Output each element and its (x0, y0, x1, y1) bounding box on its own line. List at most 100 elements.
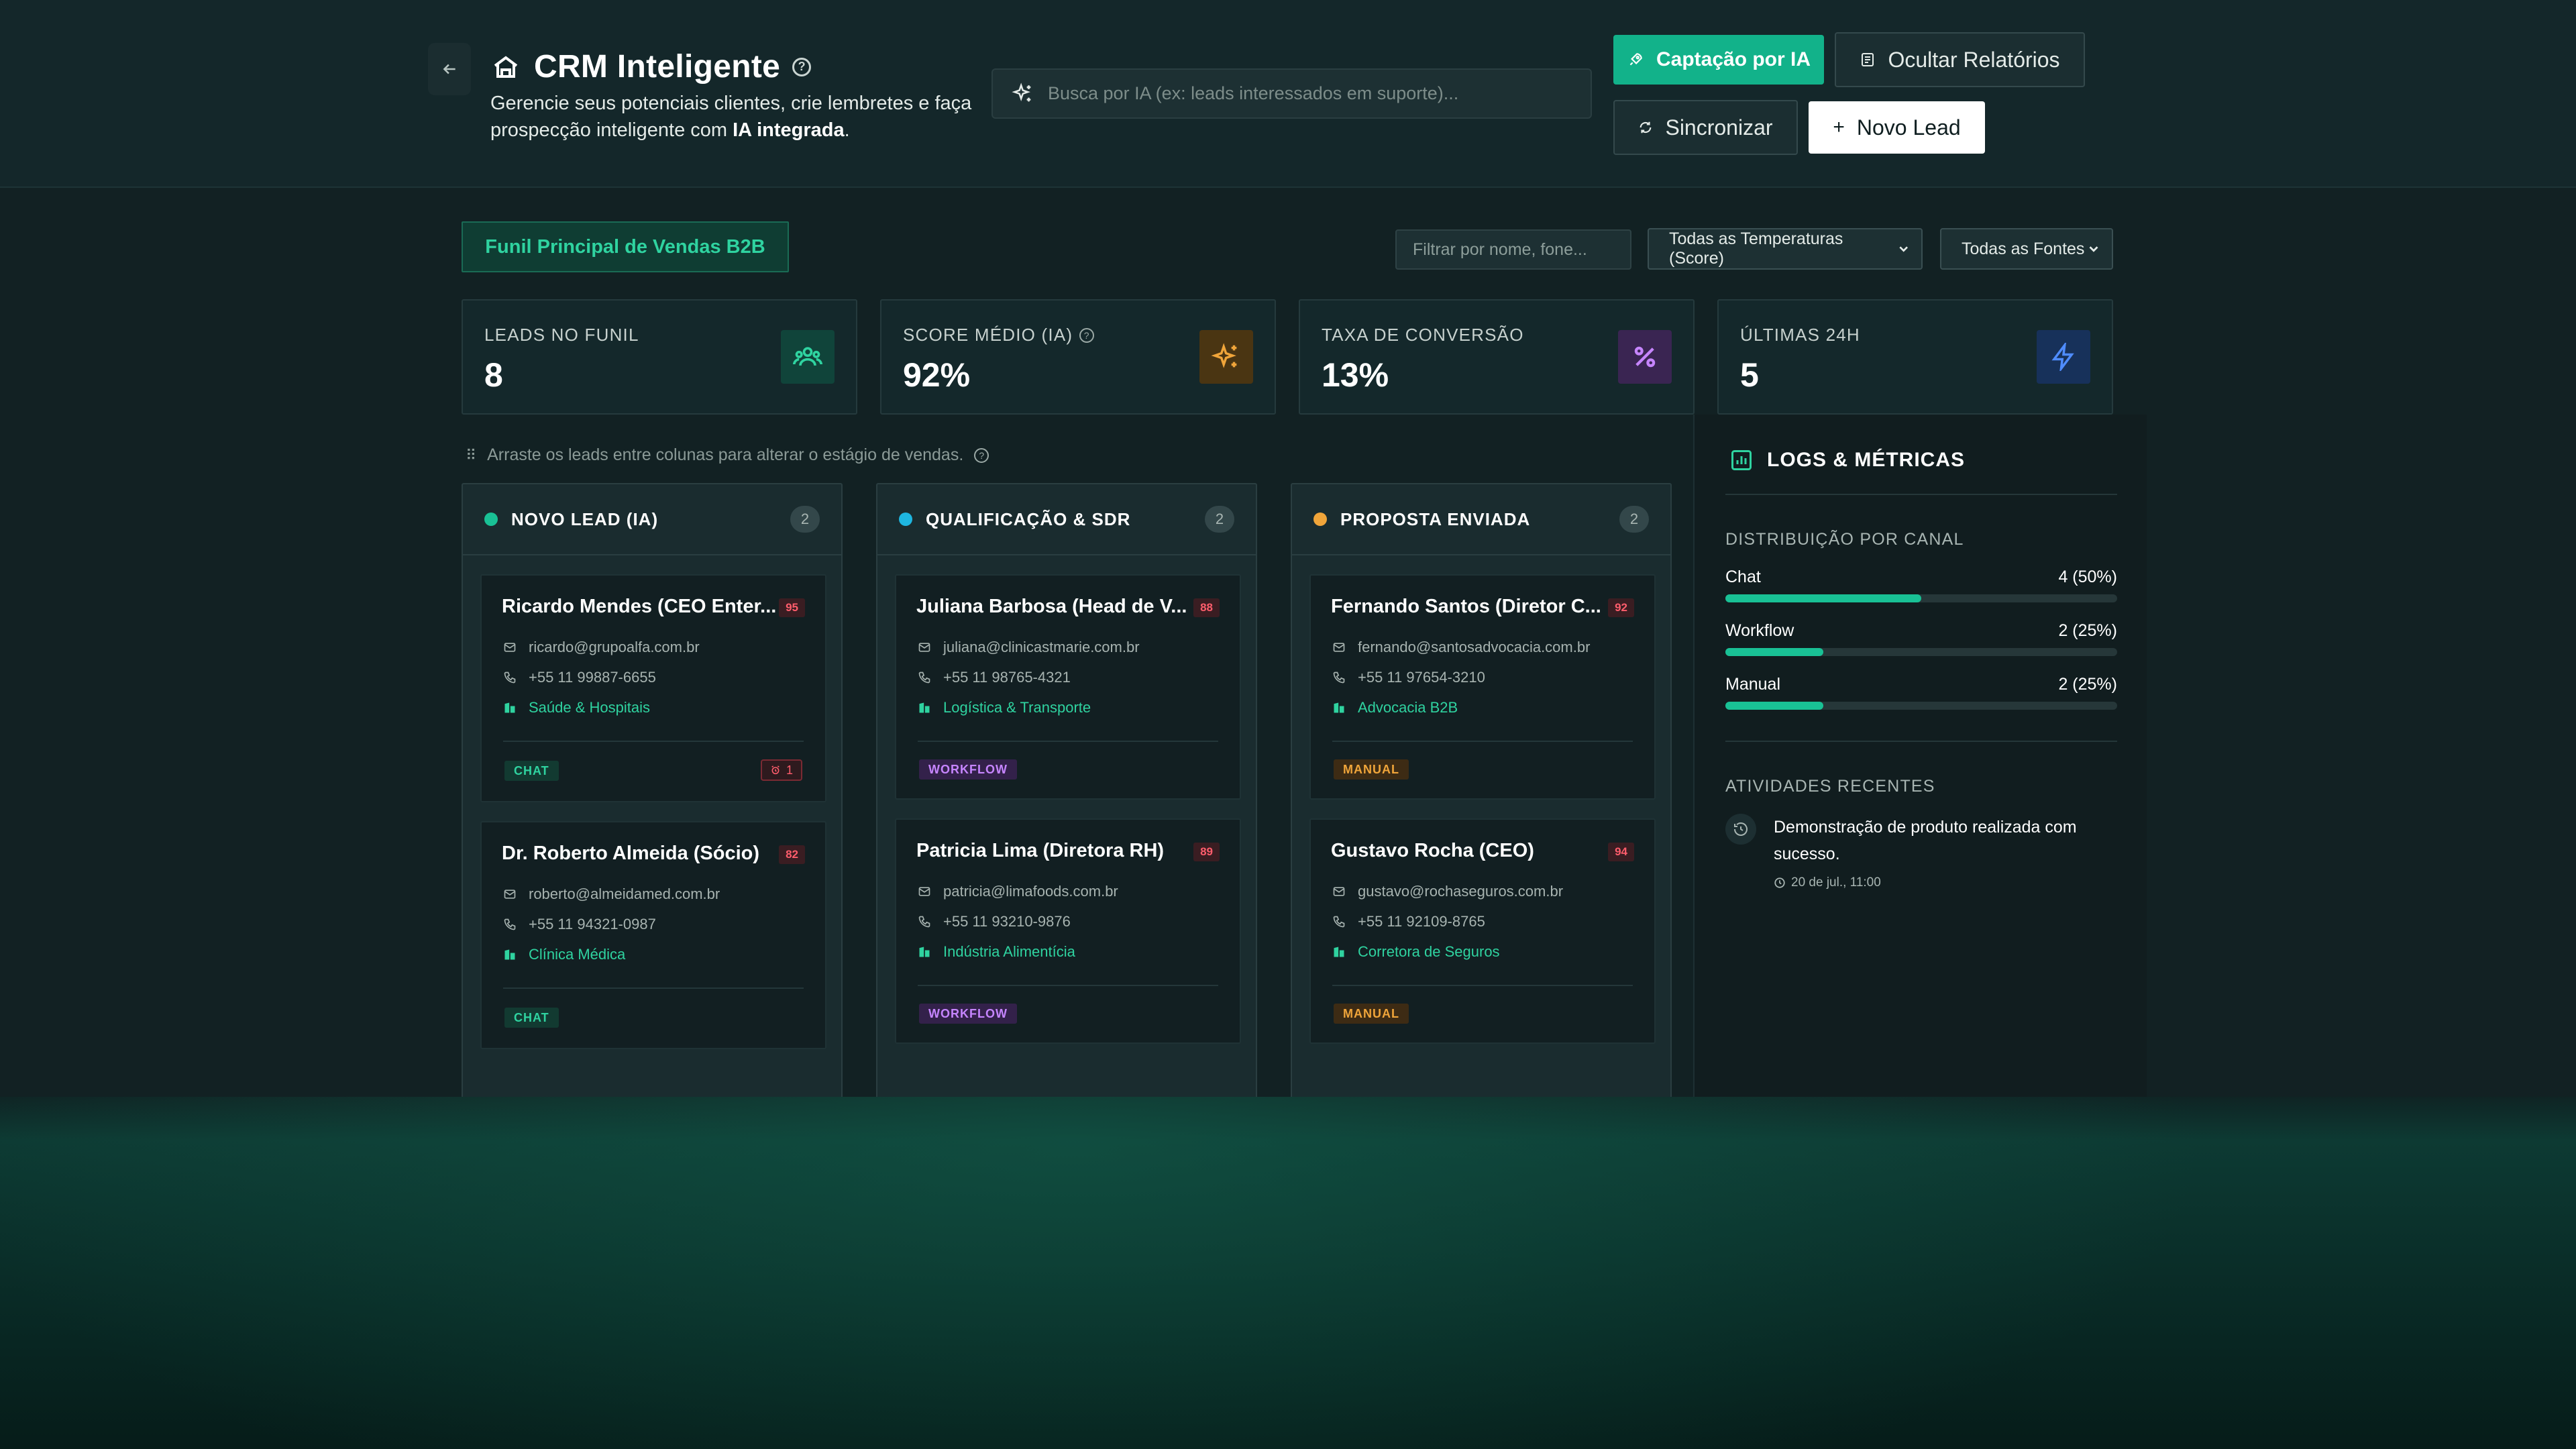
phone-icon (504, 918, 516, 930)
novo-lead-button[interactable]: + Novo Lead (1809, 101, 1985, 154)
page-title: CRM Inteligente (534, 49, 781, 85)
lead-email-text: fernando@santosadvocacia.com.br (1358, 639, 1591, 655)
clock-icon (1774, 877, 1785, 888)
activity-time-text: 20 de jul., 11:00 (1791, 875, 1881, 890)
source-tag: WORKFLOW (919, 759, 1017, 780)
progress-track (1725, 594, 2117, 602)
source-tag: WORKFLOW (919, 1004, 1017, 1024)
subtitle-text: Gerencie seus potenciais clientes, crie … (490, 93, 972, 141)
ocultar-relatorios-button[interactable]: Ocultar Relatórios (1835, 32, 2085, 87)
lead-industry-text: Corretora de Seguros (1358, 943, 1500, 960)
lead-email-text: roberto@almeidamed.com.br (529, 885, 720, 902)
lead-name: Gustavo Rocha (CEO) (1331, 840, 1534, 861)
lead-industry: Indústria Alimentícia (918, 943, 1075, 961)
lead-card[interactable]: Patricia Lima (Diretora RH) 89 patricia@… (895, 818, 1241, 1044)
stat-label: ÚLTIMAS 24H (1740, 325, 1860, 345)
channel-value: 2 (25%) (2058, 675, 2117, 694)
channel-value: 4 (50%) (2058, 568, 2117, 586)
score-badge: 92 (1608, 598, 1634, 617)
lead-phone: +55 11 97654-3210 (1332, 669, 1485, 686)
lead-email-text: juliana@clinicastmarie.com.br (943, 639, 1140, 655)
score-badge: 82 (779, 845, 805, 864)
captacao-ia-button[interactable]: Captação por IA (1613, 35, 1824, 85)
funnel-tab[interactable]: Funil Principal de Vendas B2B (462, 221, 789, 272)
lead-phone: +55 11 99887-6655 (503, 669, 656, 686)
phone-icon (1333, 672, 1345, 684)
stat-card-score: SCORE MÉDIO (IA)? 92% (880, 299, 1276, 415)
lead-industry: Saúde & Hospitais (503, 699, 650, 716)
lead-card[interactable]: Fernando Santos (Diretor C... 92 fernand… (1309, 574, 1656, 800)
channel-label: Chat (1725, 568, 1761, 586)
panel-divider (1725, 494, 2117, 495)
lead-name: Ricardo Mendes (CEO Enter... (502, 596, 777, 617)
filter-input[interactable]: Filtrar por nome, fone... (1395, 229, 1631, 270)
column-count-badge: 2 (790, 506, 820, 533)
stat-card-conversion: TAXA DE CONVERSÃO 13% (1299, 299, 1695, 415)
plus-icon: + (1833, 116, 1845, 138)
temperature-select[interactable]: Todas as Temperaturas (Score) (1648, 228, 1923, 270)
source-select[interactable]: Todas as Fontes (1940, 228, 2113, 270)
phone-icon (504, 672, 516, 684)
column-header: QUALIFICAÇÃO & SDR 2 (877, 484, 1256, 555)
help-icon[interactable]: ? (974, 447, 989, 463)
lead-email: juliana@clinicastmarie.com.br (918, 639, 1140, 656)
reminder-badge[interactable]: 1 (760, 759, 802, 781)
lead-card[interactable]: Ricardo Mendes (CEO Enter... 95 ricardo@… (480, 574, 826, 802)
lead-card[interactable]: Gustavo Rocha (CEO) 94 gustavo@rochasegu… (1309, 818, 1656, 1044)
lead-phone: +55 11 94321-0987 (503, 916, 656, 933)
lead-industry-text: Indústria Alimentícia (943, 943, 1075, 960)
reminder-count: 1 (786, 763, 793, 777)
drag-hint-text: Arraste os leads entre colunas para alte… (487, 445, 964, 464)
card-divider (503, 987, 804, 989)
building-icon (504, 949, 515, 960)
mail-icon (504, 643, 516, 652)
help-icon[interactable]: ? (1079, 327, 1095, 343)
activity-section-title: ATIVIDADES RECENTES (1725, 777, 1935, 796)
channel-value: 2 (25%) (2058, 621, 2117, 640)
lead-email: patricia@limafoods.com.br (918, 883, 1118, 900)
stat-value: 5 (1740, 356, 1759, 394)
sincronizar-button[interactable]: Sincronizar (1613, 100, 1798, 155)
hand-house-icon (494, 56, 518, 78)
source-select-value: Todas as Fontes (1962, 239, 2085, 258)
status-dot (899, 513, 912, 526)
page-subtitle: Gerencie seus potenciais clientes, crie … (490, 90, 973, 144)
help-icon[interactable]: ? (792, 57, 812, 76)
progress-fill (1725, 702, 1823, 710)
captacao-label: Captação por IA (1656, 48, 1811, 70)
lead-card[interactable]: Dr. Roberto Almeida (Sócio) 82 roberto@a… (480, 821, 826, 1049)
lead-industry: Clínica Médica (503, 946, 625, 963)
drag-hint: ⠿ Arraste os leads entre colunas para al… (466, 445, 989, 465)
stat-card-leads: LEADS NO FUNIL 8 (462, 299, 857, 415)
lead-industry: Corretora de Seguros (1332, 943, 1500, 961)
ai-search-box[interactable] (991, 68, 1592, 119)
back-button[interactable] (428, 43, 471, 95)
panel-divider (1725, 741, 2117, 742)
activity-text: Demonstração de produto realizada com su… (1774, 818, 2077, 863)
stat-label: LEADS NO FUNIL (484, 325, 639, 345)
kanban-column-novo-lead: NOVO LEAD (IA) 2 Ricardo Mendes (CEO Ent… (462, 483, 843, 1097)
channel-label: Manual (1725, 675, 1780, 694)
users-icon (781, 330, 835, 384)
lead-email: ricardo@grupoalfa.com.br (503, 639, 700, 656)
novo-lead-label: Novo Lead (1856, 115, 1961, 140)
column-title: QUALIFICAÇÃO & SDR (926, 508, 1131, 529)
lead-industry: Logística & Transporte (918, 699, 1091, 716)
lead-phone-text: +55 11 94321-0987 (529, 916, 656, 932)
report-icon (1862, 53, 1874, 66)
kanban-column-proposta: PROPOSTA ENVIADA 2 Fernando Santos (Dire… (1291, 483, 1672, 1097)
stat-value: 13% (1322, 356, 1389, 394)
status-dot (484, 513, 498, 526)
lead-phone-text: +55 11 92109-8765 (1358, 913, 1485, 930)
activity-time: 20 de jul., 11:00 (1774, 875, 1881, 890)
lead-card[interactable]: Juliana Barbosa (Head de V... 88 juliana… (895, 574, 1241, 800)
panel-title-text: LOGS & MÉTRICAS (1767, 449, 1966, 471)
building-icon (919, 702, 930, 713)
chevron-down-icon (1899, 246, 1908, 252)
channel-label: Workflow (1725, 621, 1794, 640)
panel-title: LOGS & MÉTRICAS (1729, 448, 1965, 472)
stat-value: 8 (484, 356, 503, 394)
ai-search-input[interactable] (1048, 83, 1571, 104)
phone-icon (1333, 916, 1345, 928)
progress-fill (1725, 648, 1823, 656)
